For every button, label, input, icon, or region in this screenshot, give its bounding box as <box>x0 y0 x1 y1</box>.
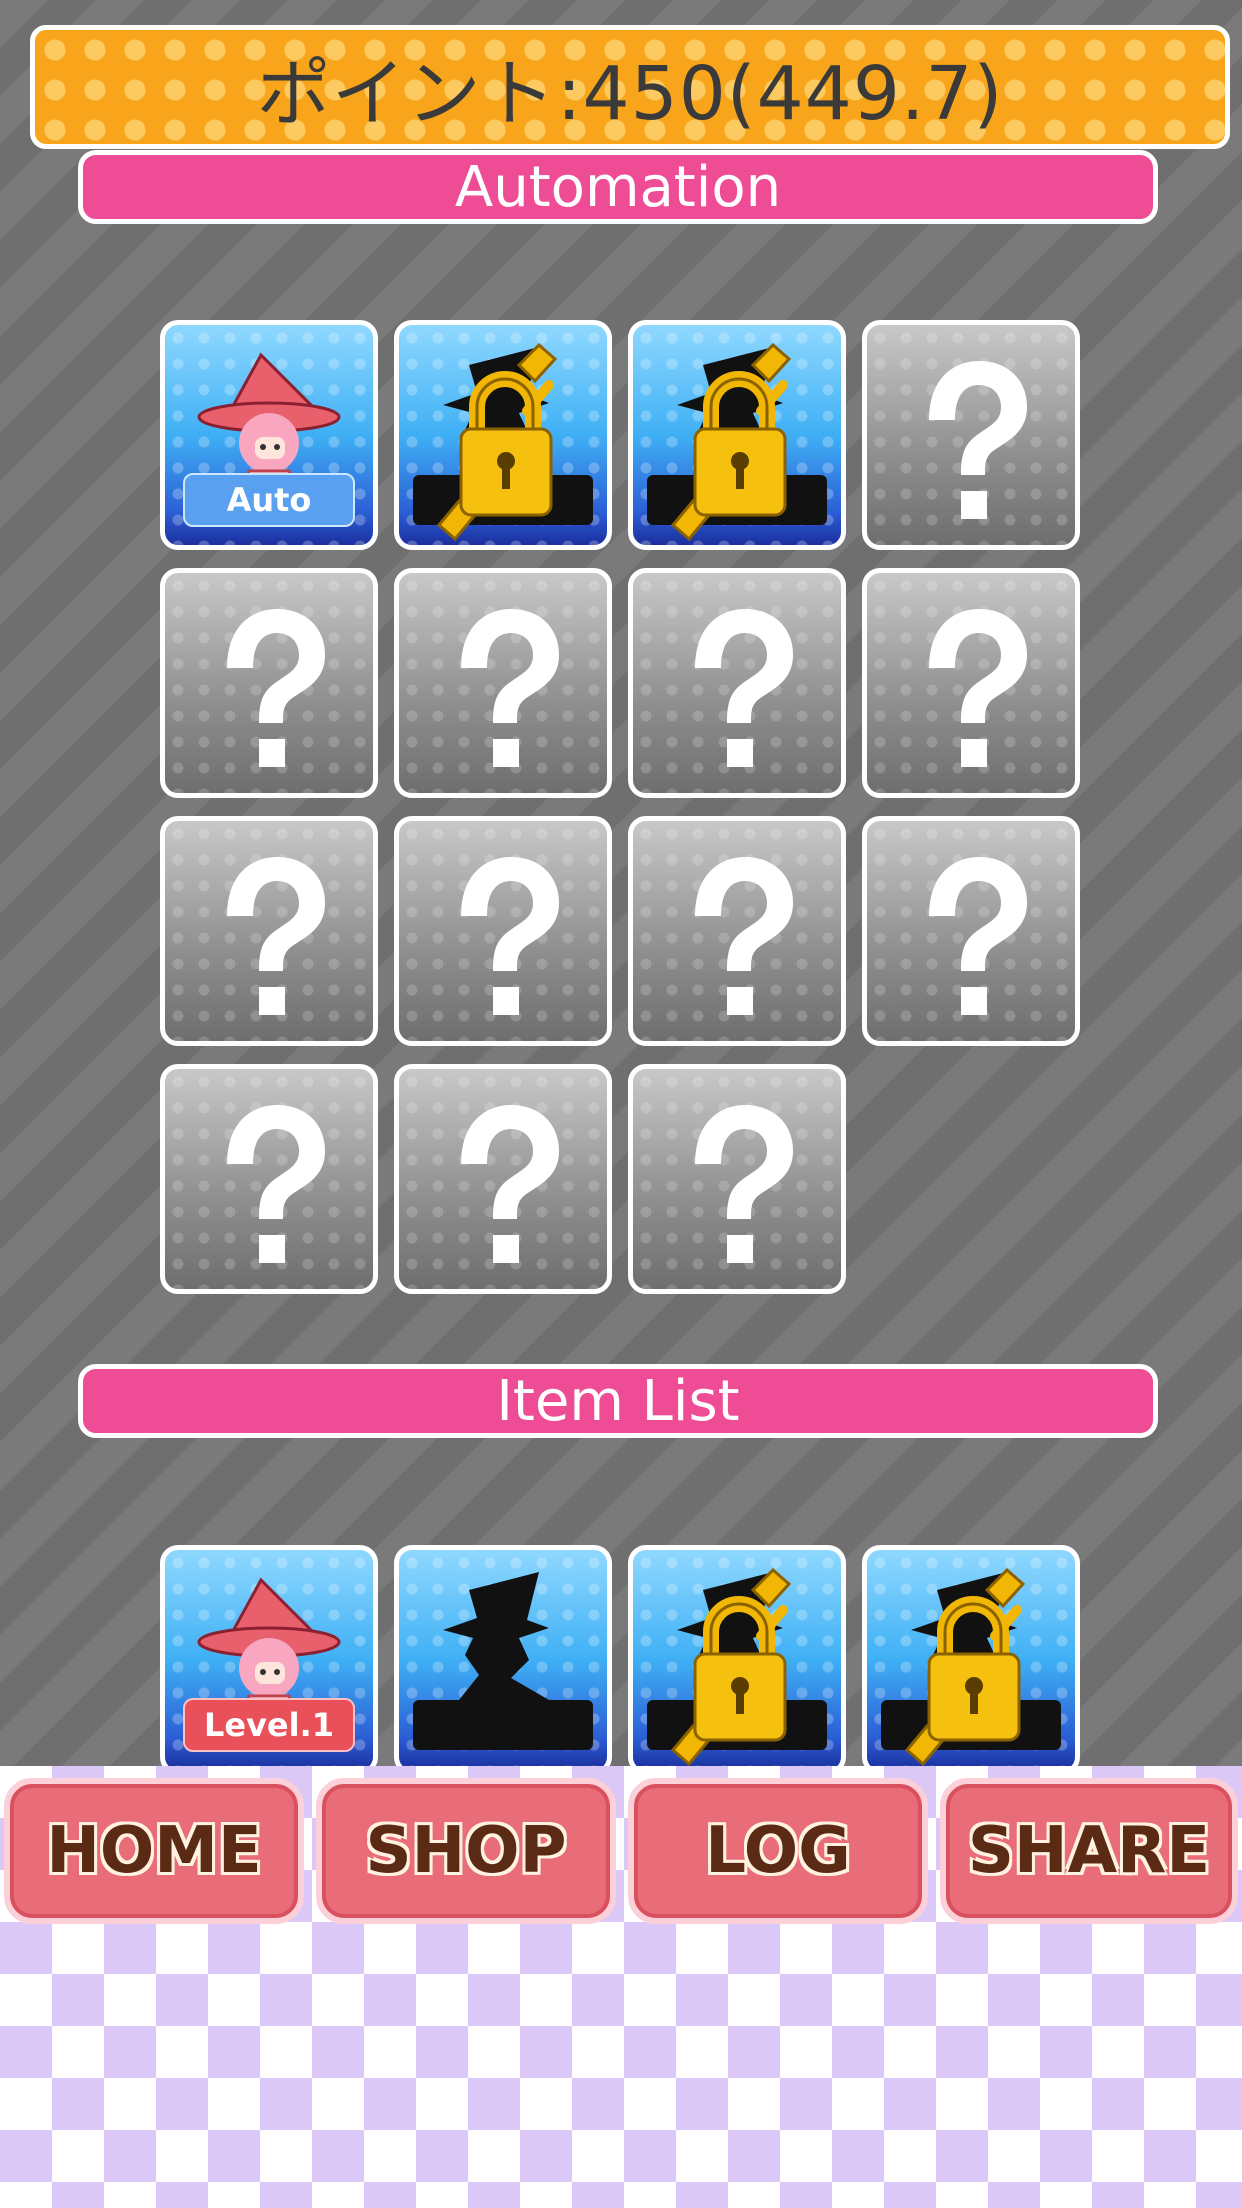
question-mark-icon <box>461 857 559 1015</box>
item-tile-character[interactable]: Level.1 <box>160 1545 378 1775</box>
automation-tile-unknown[interactable] <box>862 320 1080 550</box>
points-display: ポイント:450(449.7) <box>30 25 1230 149</box>
automation-tile-unknown[interactable] <box>160 568 378 798</box>
automation-tile-unknown[interactable] <box>394 1064 612 1294</box>
padlock-icon <box>647 1567 827 1767</box>
automation-tile-unknown[interactable] <box>394 816 612 1046</box>
automation-tile-unknown[interactable] <box>862 816 1080 1046</box>
item-grid: Level.1 <box>160 1545 1080 1775</box>
home-button[interactable]: HOME <box>4 1778 304 1924</box>
item-list-header: Item List <box>78 1364 1158 1438</box>
question-mark-icon <box>929 361 1027 519</box>
automation-header: Automation <box>78 150 1158 224</box>
automation-tile-unknown[interactable] <box>160 1064 378 1294</box>
question-mark-icon <box>695 1105 793 1263</box>
automation-tile-unknown[interactable] <box>160 816 378 1046</box>
automation-tile-character[interactable]: Auto <box>160 320 378 550</box>
automation-tile-unknown[interactable] <box>628 816 846 1046</box>
padlock-icon <box>881 1567 1061 1767</box>
automation-tile-unknown[interactable] <box>628 1064 846 1294</box>
level-badge: Level.1 <box>183 1698 355 1752</box>
question-mark-icon <box>929 609 1027 767</box>
question-mark-icon <box>227 609 325 767</box>
item-tile-locked[interactable] <box>862 1545 1080 1775</box>
auto-badge: Auto <box>183 473 355 527</box>
question-mark-icon <box>461 1105 559 1263</box>
automation-tile-locked[interactable] <box>394 320 612 550</box>
automation-tile-unknown[interactable] <box>394 568 612 798</box>
question-mark-icon <box>461 609 559 767</box>
padlock-icon <box>647 342 827 542</box>
question-mark-icon <box>227 857 325 1015</box>
witch-silhouette-icon <box>413 1572 593 1750</box>
shop-button[interactable]: SHOP <box>316 1778 616 1924</box>
automation-grid: Auto <box>160 320 1080 1294</box>
item-tile-locked[interactable] <box>628 1545 846 1775</box>
question-mark-icon <box>695 857 793 1015</box>
automation-tile-unknown[interactable] <box>628 568 846 798</box>
log-button[interactable]: LOG <box>628 1778 928 1924</box>
automation-tile-unknown[interactable] <box>862 568 1080 798</box>
padlock-icon <box>413 342 593 542</box>
item-tile-silhouette[interactable] <box>394 1545 612 1775</box>
question-mark-icon <box>227 1105 325 1263</box>
share-button[interactable]: SHARE <box>940 1778 1238 1924</box>
question-mark-icon <box>695 609 793 767</box>
question-mark-icon <box>929 857 1027 1015</box>
automation-tile-locked[interactable] <box>628 320 846 550</box>
